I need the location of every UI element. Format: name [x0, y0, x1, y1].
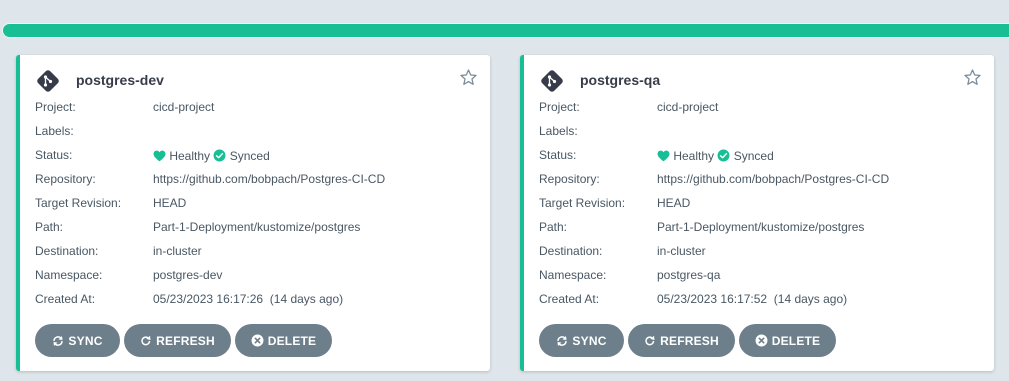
- field-label: Namespace:: [35, 268, 103, 282]
- field-namespace: Namespace: postgres-qa: [539, 264, 989, 288]
- sync-button[interactable]: SYNC: [35, 324, 120, 357]
- card-header: postgres-dev: [36, 69, 478, 95]
- field-path: Path: Part-1-Deployment/kustomize/postgr…: [539, 216, 989, 240]
- field-value: 05/23/2023 16:17:52 (14 days ago): [657, 292, 848, 306]
- field-project: Project: cicd-project: [539, 96, 989, 120]
- delete-button[interactable]: DELETE: [739, 324, 836, 357]
- field-value: HEAD: [153, 196, 187, 210]
- field-label: Labels:: [539, 124, 578, 138]
- field-label: Project:: [35, 100, 76, 114]
- field-project: Project: cicd-project: [35, 96, 485, 120]
- field-value: cicd-project: [153, 100, 215, 114]
- refresh-button[interactable]: REFRESH: [628, 324, 735, 357]
- card-header: postgres-qa: [540, 69, 982, 95]
- sync-icon: [557, 335, 568, 346]
- field-label: Destination:: [35, 244, 99, 258]
- status-value: Healthy Synced: [153, 148, 270, 163]
- delete-label: DELETE: [267, 333, 317, 348]
- field-label: Path:: [539, 220, 568, 234]
- field-value: in-cluster: [657, 244, 706, 258]
- app-fields: Project: cicd-project Labels: Status: He…: [35, 96, 485, 312]
- health-status: Healthy: [673, 148, 715, 163]
- refresh-button[interactable]: REFRESH: [124, 324, 231, 357]
- refresh-label: REFRESH: [156, 333, 215, 348]
- field-status: Status: Healthy Synced: [35, 144, 485, 168]
- field-labels: Labels:: [539, 120, 989, 144]
- app-fields: Project: cicd-project Labels: Status: He…: [539, 96, 989, 312]
- field-destination: Destination: in-cluster: [35, 240, 485, 264]
- field-value: Part-1-Deployment/kustomize/postgres: [153, 220, 361, 234]
- field-value: HEAD: [657, 196, 691, 210]
- heart-icon: [657, 150, 670, 162]
- close-circle-icon: [755, 334, 768, 347]
- field-target-revision: Target Revision: HEAD: [35, 192, 485, 216]
- git-icon: [541, 70, 563, 92]
- field-value: postgres-qa: [657, 268, 721, 282]
- field-value: postgres-dev: [153, 268, 223, 282]
- field-label: Project:: [539, 100, 580, 114]
- field-label: Created At:: [35, 292, 96, 306]
- sync-label: SYNC: [572, 333, 607, 348]
- check-circle-icon: [213, 149, 226, 162]
- field-label: Repository:: [35, 172, 96, 186]
- field-value: in-cluster: [153, 244, 202, 258]
- field-created-at: Created At: 05/23/2023 16:17:26 (14 days…: [35, 288, 485, 312]
- health-status: Healthy: [169, 148, 211, 163]
- check-circle-icon: [717, 149, 730, 162]
- app-name[interactable]: postgres-dev: [76, 72, 164, 88]
- field-label: Destination:: [539, 244, 603, 258]
- field-value: 05/23/2023 16:17:26 (14 days ago): [153, 292, 344, 306]
- field-label: Namespace:: [539, 268, 607, 282]
- field-repository: Repository: https://github.com/bobpach/P…: [539, 168, 989, 192]
- field-label: Labels:: [35, 124, 74, 138]
- star-icon[interactable]: [459, 68, 478, 87]
- sync-button[interactable]: SYNC: [539, 324, 624, 357]
- field-value: cicd-project: [657, 100, 719, 114]
- field-destination: Destination: in-cluster: [539, 240, 989, 264]
- field-repository: Repository: https://github.com/bobpach/P…: [35, 168, 485, 192]
- repository-link[interactable]: https://github.com/bobpach/Postgres-CI-C…: [657, 172, 889, 186]
- field-path: Path: Part-1-Deployment/kustomize/postgr…: [35, 216, 485, 240]
- field-label: Repository:: [539, 172, 600, 186]
- sync-status: Synced: [229, 148, 270, 163]
- git-icon: [37, 70, 59, 92]
- field-label: Path:: [35, 220, 64, 234]
- field-namespace: Namespace: postgres-dev: [35, 264, 485, 288]
- field-label: Target Revision:: [539, 196, 626, 210]
- sync-icon: [53, 335, 64, 346]
- status-value: Healthy Synced: [657, 148, 774, 163]
- field-value: Part-1-Deployment/kustomize/postgres: [657, 220, 865, 234]
- star-icon[interactable]: [963, 68, 982, 87]
- refresh-label: REFRESH: [660, 333, 719, 348]
- repository-link[interactable]: https://github.com/bobpach/Postgres-CI-C…: [153, 172, 385, 186]
- close-circle-icon: [251, 334, 264, 347]
- app-card-postgres-qa[interactable]: postgres-qa Project: cicd-project Labels…: [520, 55, 994, 371]
- health-status-bar: [3, 24, 1009, 37]
- field-label: Target Revision:: [35, 196, 122, 210]
- sync-label: SYNC: [68, 333, 103, 348]
- refresh-icon: [141, 335, 151, 345]
- app-name[interactable]: postgres-qa: [580, 72, 660, 88]
- field-target-revision: Target Revision: HEAD: [539, 192, 989, 216]
- field-label: Status:: [35, 148, 73, 162]
- delete-button[interactable]: DELETE: [235, 324, 332, 357]
- field-label: Status:: [539, 148, 577, 162]
- app-card-postgres-dev[interactable]: postgres-dev Project: cicd-project Label…: [16, 55, 490, 371]
- delete-label: DELETE: [771, 333, 821, 348]
- field-status: Status: Healthy Synced: [539, 144, 989, 168]
- field-created-at: Created At: 05/23/2023 16:17:52 (14 days…: [539, 288, 989, 312]
- sync-status: Synced: [733, 148, 774, 163]
- refresh-icon: [645, 335, 655, 345]
- field-label: Created At:: [539, 292, 600, 306]
- heart-icon: [153, 150, 166, 162]
- field-labels: Labels:: [35, 120, 485, 144]
